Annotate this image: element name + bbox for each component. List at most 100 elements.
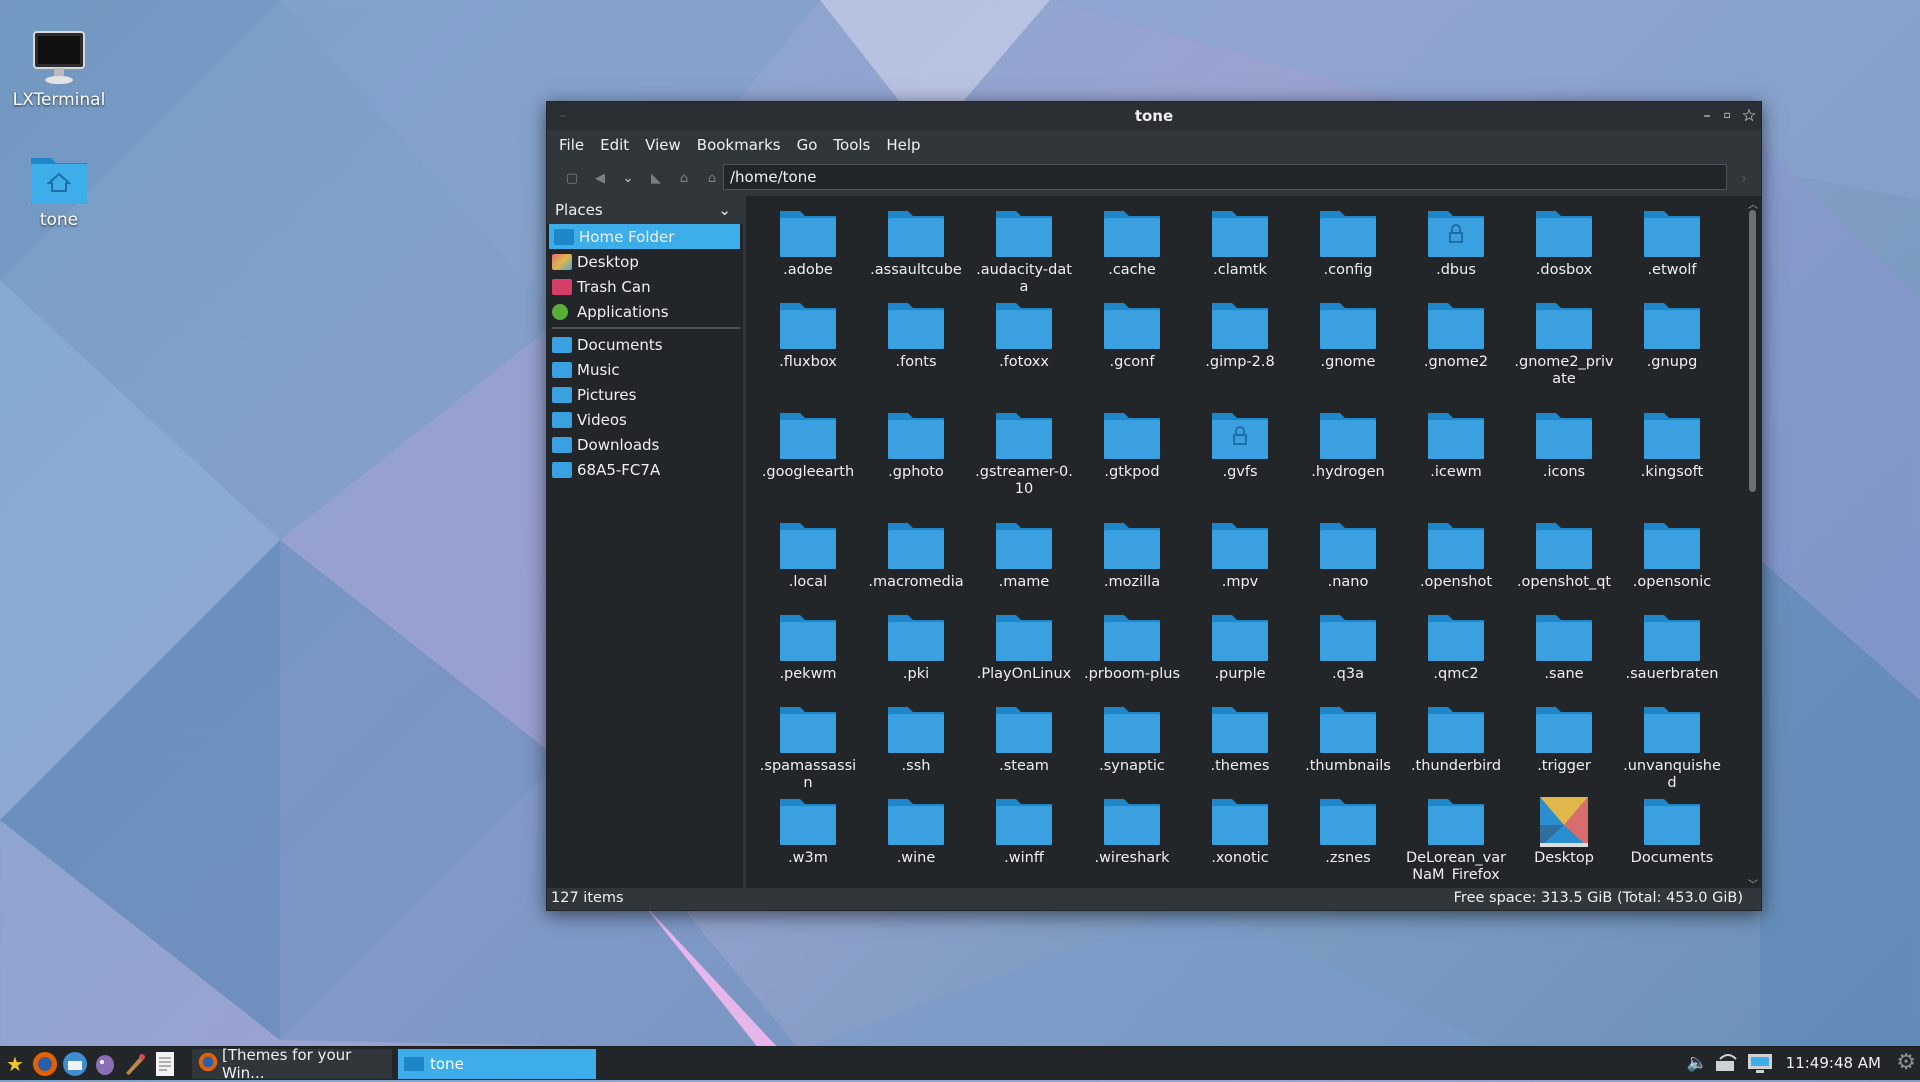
file-item[interactable]: .fotoxx bbox=[970, 293, 1078, 403]
file-item[interactable]: .fonts bbox=[862, 293, 970, 403]
location-path-input[interactable] bbox=[723, 164, 1727, 190]
up-folder-icon[interactable]: ⌂ bbox=[671, 165, 697, 191]
sidebar-item-home-folder[interactable]: Home Folder bbox=[549, 224, 740, 249]
pidgin-icon[interactable] bbox=[90, 1049, 120, 1079]
new-tab-icon[interactable]: ▢ bbox=[559, 165, 585, 191]
scrollbar-thumb[interactable] bbox=[1749, 210, 1756, 492]
scroll-down-icon[interactable]: ﹀ bbox=[1747, 876, 1759, 888]
file-item[interactable]: .pekwm bbox=[754, 605, 862, 697]
display-icon[interactable] bbox=[1746, 1051, 1774, 1079]
file-item[interactable]: .gnome2 bbox=[1402, 293, 1510, 403]
sidebar-item-trash-can[interactable]: Trash Can bbox=[547, 274, 743, 299]
sidebar-item-applications[interactable]: Applications bbox=[547, 299, 743, 324]
file-item[interactable]: .xonotic bbox=[1186, 789, 1294, 881]
sidebar-item-music[interactable]: Music bbox=[547, 357, 743, 382]
file-item[interactable]: .icons bbox=[1510, 403, 1618, 513]
file-item[interactable]: .sauerbraten bbox=[1618, 605, 1726, 697]
minimize-button[interactable]: – bbox=[1697, 106, 1717, 126]
paint-brush-icon[interactable] bbox=[120, 1049, 150, 1079]
file-item[interactable]: .zsnes bbox=[1294, 789, 1402, 881]
window-titlebar[interactable]: – tone – ▫ ☆ bbox=[547, 102, 1761, 130]
file-item[interactable]: .googleearth bbox=[754, 403, 862, 513]
file-item[interactable]: .etwolf bbox=[1618, 201, 1726, 293]
path-text[interactable] bbox=[730, 168, 1720, 186]
settings-gear-icon[interactable]: ⚙ bbox=[1896, 1050, 1916, 1075]
file-item[interactable]: .openshot bbox=[1402, 513, 1510, 605]
file-item[interactable]: .mame bbox=[970, 513, 1078, 605]
maximize-button[interactable]: ▫ bbox=[1717, 106, 1737, 126]
file-item[interactable]: .steam bbox=[970, 697, 1078, 789]
go-arrow-icon[interactable]: › bbox=[1741, 169, 1747, 187]
sidebar-item-downloads[interactable]: Downloads bbox=[547, 432, 743, 457]
file-item[interactable]: .pki bbox=[862, 605, 970, 697]
file-item[interactable]: .kingsoft bbox=[1618, 403, 1726, 513]
file-item[interactable]: .themes bbox=[1186, 697, 1294, 789]
network-icon[interactable] bbox=[1714, 1051, 1742, 1079]
file-item[interactable]: .hydrogen bbox=[1294, 403, 1402, 513]
file-item[interactable]: .thumbnails bbox=[1294, 697, 1402, 789]
places-header[interactable]: Places ⌄ bbox=[547, 196, 743, 224]
file-item[interactable]: .dosbox bbox=[1510, 201, 1618, 293]
file-item[interactable]: .trigger bbox=[1510, 697, 1618, 789]
file-item[interactable]: .winff bbox=[970, 789, 1078, 881]
file-item[interactable]: .spamassassin bbox=[754, 697, 862, 789]
start-menu-star-icon[interactable]: ★ bbox=[0, 1049, 30, 1079]
sidebar-item-68a5-fc7a[interactable]: 68A5-FC7A bbox=[547, 457, 743, 482]
file-item[interactable]: .local bbox=[754, 513, 862, 605]
file-item[interactable]: DeLorean_varNaM_Firefox bbox=[1402, 789, 1510, 881]
file-item[interactable]: .PlayOnLinux bbox=[970, 605, 1078, 697]
file-item[interactable]: .assaultcube bbox=[862, 201, 970, 293]
scroll-up-icon[interactable]: ︿ bbox=[1747, 196, 1759, 211]
file-item[interactable]: .qmc2 bbox=[1402, 605, 1510, 697]
file-item[interactable]: .dbus bbox=[1402, 201, 1510, 293]
sidebar-item-pictures[interactable]: Pictures bbox=[547, 382, 743, 407]
taskbar-task-tone[interactable]: tone bbox=[398, 1048, 596, 1079]
file-item[interactable]: .synaptic bbox=[1078, 697, 1186, 789]
volume-icon[interactable]: 🔈 bbox=[1687, 1053, 1708, 1073]
menu-file[interactable]: File bbox=[559, 136, 584, 154]
file-item[interactable]: .gnome bbox=[1294, 293, 1402, 403]
desktop-icon-tone[interactable]: tone bbox=[4, 150, 114, 230]
file-item[interactable]: .gtkpod bbox=[1078, 403, 1186, 513]
file-item[interactable]: .nano bbox=[1294, 513, 1402, 605]
menu-tools[interactable]: Tools bbox=[833, 136, 870, 154]
home-icon[interactable]: ⌂ bbox=[699, 165, 725, 191]
file-item[interactable]: .opensonic bbox=[1618, 513, 1726, 605]
keep-above-star-icon[interactable]: ☆ bbox=[1739, 106, 1759, 126]
file-item[interactable]: .unvanquished bbox=[1618, 697, 1726, 789]
chevron-down-icon[interactable]: ⌄ bbox=[718, 201, 731, 219]
sidebar-item-desktop[interactable]: Desktop bbox=[547, 249, 743, 274]
file-item[interactable]: .wine bbox=[862, 789, 970, 881]
file-item[interactable]: .q3a bbox=[1294, 605, 1402, 697]
back-arrow-icon[interactable]: ◀ bbox=[587, 165, 613, 191]
thunderbird-icon[interactable] bbox=[60, 1049, 90, 1079]
file-item[interactable]: .sane bbox=[1510, 605, 1618, 697]
file-item[interactable]: .ssh bbox=[862, 697, 970, 789]
menu-help[interactable]: Help bbox=[886, 136, 920, 154]
file-item[interactable]: .adobe bbox=[754, 201, 862, 293]
sidebar-item-videos[interactable]: Videos bbox=[547, 407, 743, 432]
file-item[interactable]: .prboom-plus bbox=[1078, 605, 1186, 697]
file-item[interactable]: .config bbox=[1294, 201, 1402, 293]
file-item[interactable]: .gnupg bbox=[1618, 293, 1726, 403]
vertical-scrollbar[interactable]: ︿ ﹀ bbox=[1745, 196, 1761, 888]
file-item[interactable]: .thunderbird bbox=[1402, 697, 1510, 789]
history-dropdown-icon[interactable]: ⌄ bbox=[615, 165, 641, 191]
file-item[interactable]: Documents bbox=[1618, 789, 1726, 881]
file-item[interactable]: .clamtk bbox=[1186, 201, 1294, 293]
file-item[interactable]: .gstreamer-0.10 bbox=[970, 403, 1078, 513]
file-item[interactable]: .purple bbox=[1186, 605, 1294, 697]
desktop-icon-lxterminal[interactable]: LXTerminal bbox=[4, 30, 114, 110]
file-item[interactable]: .audacity-data bbox=[970, 201, 1078, 293]
file-item[interactable]: .mozilla bbox=[1078, 513, 1186, 605]
file-item[interactable]: .icewm bbox=[1402, 403, 1510, 513]
file-item[interactable]: .mpv bbox=[1186, 513, 1294, 605]
file-item[interactable]: .cache bbox=[1078, 201, 1186, 293]
menu-view[interactable]: View bbox=[645, 136, 681, 154]
file-item[interactable]: .gconf bbox=[1078, 293, 1186, 403]
menu-bookmarks[interactable]: Bookmarks bbox=[697, 136, 781, 154]
file-item[interactable]: .gnome2_private bbox=[1510, 293, 1618, 403]
file-item[interactable]: .wireshark bbox=[1078, 789, 1186, 881]
menu-go[interactable]: Go bbox=[797, 136, 818, 154]
file-item[interactable]: .openshot_qt bbox=[1510, 513, 1618, 605]
